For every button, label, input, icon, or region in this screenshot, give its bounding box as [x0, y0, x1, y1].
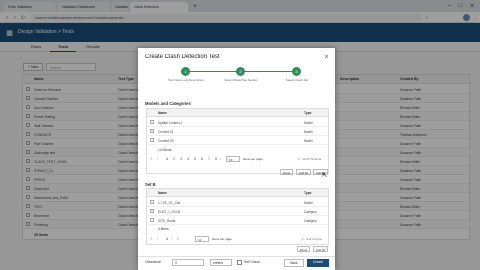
set-b-range: 1 - 3 of 3 items [302, 237, 322, 241]
step-3-label: Select Clash Set [285, 78, 309, 82]
page-number[interactable]: 4 [185, 157, 191, 161]
set-b-add-all-button[interactable]: Add All [313, 246, 328, 252]
self-check-label: Self Check [244, 260, 260, 264]
item-checkbox[interactable] [150, 200, 154, 204]
item-checkbox[interactable] [150, 138, 154, 142]
set-b-col-name[interactable]: Name [158, 191, 198, 195]
unit-select[interactable]: meters [210, 259, 232, 266]
mouse-cursor-icon: ⇱ [321, 173, 328, 179]
set-a-selected-count: 1/2 items [158, 148, 172, 152]
step-1-circle[interactable]: 1 [181, 67, 190, 76]
step-2-circle[interactable]: 2 [236, 67, 245, 76]
set-b-per-page-select[interactable]: 10 [195, 236, 209, 242]
page-number[interactable]: 8 [213, 157, 219, 161]
next-page-icon[interactable]: › [220, 157, 225, 161]
prev-page-icon[interactable]: ‹ [157, 237, 162, 241]
item-name: 1 / VS_SC_Sub [158, 200, 181, 205]
page-number[interactable]: 3 [178, 157, 184, 161]
item-name: Content 02 [158, 138, 174, 143]
page-number[interactable]: 1 [164, 237, 170, 241]
set-b-title: Set B [145, 182, 156, 187]
self-check-checkbox[interactable] [237, 260, 242, 265]
set-a-add-all-button[interactable]: Add All [296, 169, 311, 175]
clearance-input[interactable]: 0 [172, 259, 204, 266]
item-type: Model [304, 120, 313, 125]
first-page-icon[interactable]: « [150, 237, 155, 241]
set-a-range: 1 - 10 of 73 items [298, 157, 322, 161]
set-a-reset-button[interactable]: Reset [280, 169, 293, 175]
first-page-icon[interactable]: « [150, 157, 155, 161]
set-b-reset-button[interactable]: Reset [297, 246, 310, 252]
item-name: SITE_Roofs [158, 218, 176, 223]
clearance-label: Clearance [145, 260, 161, 264]
set-a-col-type[interactable]: Type [304, 111, 322, 115]
item-checkbox[interactable] [150, 209, 154, 213]
step-2-label: Select Model Set Section [224, 78, 258, 82]
set-b-per-page-label: items per page [212, 237, 232, 241]
page-number[interactable]: 1 [164, 157, 170, 161]
set-b-col-type[interactable]: Type [304, 191, 322, 195]
item-type: Category [304, 209, 317, 214]
set-b-selected-count: 3 items [158, 227, 169, 231]
prev-page-icon[interactable]: ‹ [157, 157, 162, 161]
page-number[interactable]: 7 [206, 157, 212, 161]
set-a-per-page-label: items per page [243, 157, 263, 161]
item-name: Spatial Context 1 [158, 120, 183, 125]
last-page-icon[interactable]: » [177, 237, 182, 241]
page-number[interactable]: 6 [199, 157, 205, 161]
close-icon[interactable]: × [322, 53, 331, 62]
item-type: Model [304, 129, 313, 134]
item-checkbox[interactable] [150, 218, 154, 222]
page-number[interactable]: 2 [171, 157, 177, 161]
item-name: Content 01 [158, 129, 174, 134]
item-checkbox[interactable] [150, 129, 154, 133]
create-button[interactable]: Create [307, 259, 329, 267]
page-number[interactable]: 5 [192, 157, 198, 161]
item-type: Model [304, 200, 313, 205]
step-1-label: Test Name and Description [167, 78, 205, 82]
dialog-title: Create Clash Detection Test [145, 54, 220, 60]
item-name: ELEC_1_SCC8 [158, 209, 181, 214]
item-type: Category [304, 218, 317, 223]
item-checkbox[interactable] [150, 120, 154, 124]
back-button[interactable]: Back [284, 259, 304, 267]
step-3-circle[interactable]: 3 [292, 67, 301, 76]
item-type: Model [304, 138, 313, 143]
set-a-col-name[interactable]: Name [158, 111, 198, 115]
dialog-footer-divider [138, 256, 335, 257]
next-page-icon[interactable]: › [171, 237, 176, 241]
set-a-title: Models and Categories [145, 101, 191, 106]
set-a-per-page-select[interactable]: 10 [226, 156, 240, 162]
